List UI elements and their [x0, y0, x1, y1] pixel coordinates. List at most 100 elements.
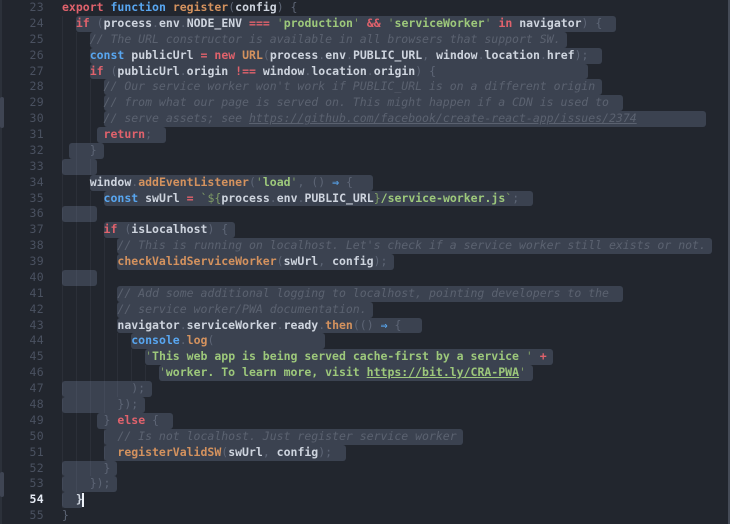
- line-number: 50: [29, 428, 44, 443]
- code-text: // service worker/PWA documentation.: [117, 301, 367, 316]
- line-number: 39: [29, 254, 44, 269]
- line-number: 34: [29, 174, 44, 189]
- line-content: window.addEventListener('load', () ⇒ {: [62, 174, 730, 191]
- line-number: 49: [29, 412, 44, 427]
- code-line[interactable]: 40: [0, 269, 730, 286]
- code-line[interactable]: 44 console.log(: [0, 333, 730, 350]
- code-text: navigator.serviceWorker.ready.then(() ⇒ …: [117, 317, 402, 332]
- code-text: return;: [103, 127, 153, 142]
- left-scrollbar-thumb[interactable]: [0, 472, 4, 497]
- line-content: checkValidServiceWorker(swUrl, config);: [62, 254, 730, 270]
- code-line[interactable]: 24 if (process.env.NODE_ENV === 'product…: [0, 15, 730, 32]
- code-line[interactable]: 43 navigator.serviceWorker.ready.then(()…: [0, 317, 730, 334]
- line-content: 'worker. To learn more, visit https://bi…: [62, 365, 730, 382]
- code-line[interactable]: 54 }: [0, 492, 730, 509]
- code-line[interactable]: 41 // Add some additional logging to loc…: [0, 285, 730, 302]
- code-line[interactable]: 48 });: [0, 397, 730, 413]
- code-line[interactable]: 50 // Is not localhost. Just register se…: [0, 428, 730, 445]
- code-text: // Is not localhost. Just register servi…: [117, 428, 457, 443]
- code-text: if (isLocalhost) {: [103, 222, 229, 237]
- line-content: console.log(: [62, 333, 730, 350]
- code-line[interactable]: 42 // service worker/PWA documentation.: [0, 301, 730, 318]
- code-text: window.addEventListener('load', () ⇒ {: [89, 174, 353, 189]
- code-text: console.log(: [131, 333, 215, 348]
- left-overview-ruler: [0, 0, 2, 524]
- line-content: }: [62, 460, 730, 477]
- code-editor[interactable]: 23 export function register(config) {24 i…: [0, 0, 730, 524]
- code-line[interactable]: 38 // This is running on localhost. Let'…: [0, 238, 730, 255]
- line-content: registerValidSW(swUrl, config);: [62, 444, 730, 461]
- code-line[interactable]: 36: [0, 206, 730, 223]
- code-text: 'This web app is being served cache-firs…: [145, 349, 547, 364]
- code-line[interactable]: 49 } else {: [0, 412, 730, 429]
- line-number: 24: [29, 15, 44, 30]
- code-text: // Add some additional logging to localh…: [117, 285, 609, 300]
- code-line[interactable]: 23 export function register(config) {: [0, 0, 730, 16]
- line-content: // The URL constructor is available in a…: [62, 31, 730, 48]
- code-line[interactable]: 35 const swUrl = `${process.env.PUBLIC_U…: [0, 190, 730, 207]
- line-number: 23: [29, 0, 44, 14]
- line-number: 46: [29, 365, 44, 380]
- code-line[interactable]: 26 const publicUrl = new URL(process.env…: [0, 47, 730, 64]
- code-line[interactable]: 29 // from what our page is served on. T…: [0, 95, 730, 112]
- line-number: 30: [29, 111, 44, 126]
- code-line[interactable]: 45 'This web app is being served cache-f…: [0, 349, 730, 366]
- code-text: // from what our page is served on. This…: [103, 95, 609, 110]
- code-line[interactable]: 37 if (isLocalhost) {: [0, 222, 730, 239]
- code-text: }: [103, 460, 111, 475]
- code-line[interactable]: 55}: [0, 508, 730, 524]
- code-line[interactable]: 52 }: [0, 460, 730, 477]
- code-text: }: [89, 142, 97, 157]
- line-content: // serve assets; see https://github.com/…: [62, 111, 730, 128]
- line-number: 29: [29, 95, 44, 110]
- line-number: 38: [29, 238, 44, 253]
- code-line[interactable]: 39 checkValidServiceWorker(swUrl, config…: [0, 254, 730, 270]
- code-line[interactable]: 51 registerValidSW(swUrl, config);: [0, 444, 730, 461]
- code-line[interactable]: 30 // serve assets; see https://github.c…: [0, 111, 730, 128]
- line-content: return;: [62, 127, 730, 143]
- code-text: if (publicUrl.origin !== window.location…: [89, 63, 437, 78]
- code-text: );: [131, 381, 146, 396]
- code-line[interactable]: 53 });: [0, 476, 730, 493]
- line-number: 25: [29, 31, 44, 46]
- code-text: // serve assets; see https://github.com/…: [103, 111, 637, 126]
- line-number: 36: [29, 206, 44, 221]
- line-number: 48: [29, 397, 44, 411]
- line-number: 31: [29, 127, 44, 142]
- code-line[interactable]: 31 return;: [0, 127, 730, 143]
- line-content: // Is not localhost. Just register servi…: [62, 428, 730, 445]
- line-number: 53: [29, 476, 44, 491]
- code-line[interactable]: 33: [0, 158, 730, 175]
- line-content: // from what our page is served on. This…: [62, 95, 730, 112]
- code-line[interactable]: 27 if (publicUrl.origin !== window.locat…: [0, 63, 730, 80]
- code-line[interactable]: 47 );: [0, 381, 730, 397]
- code-text: if (process.env.NODE_ENV === 'production…: [75, 15, 603, 30]
- line-content: 'This web app is being served cache-firs…: [62, 349, 730, 366]
- code-text: // This is running on localhost. Let's c…: [117, 238, 706, 253]
- code-line[interactable]: 34 window.addEventListener('load', () ⇒ …: [0, 174, 730, 191]
- code-text: });: [89, 476, 111, 491]
- left-scrollbar-thumb[interactable]: [0, 97, 4, 128]
- text-cursor: [81, 493, 84, 508]
- line-number-active: 54: [29, 492, 44, 507]
- line-number: 41: [29, 285, 44, 300]
- code-text: }: [62, 508, 69, 523]
- line-number: 45: [29, 349, 44, 364]
- line-number: 44: [29, 333, 44, 348]
- code-line[interactable]: 25 // The URL constructor is available i…: [0, 31, 730, 48]
- line-content: if (process.env.NODE_ENV === 'production…: [62, 15, 730, 32]
- line-number: 28: [29, 79, 44, 94]
- line-content: [62, 158, 730, 175]
- line-number: 47: [29, 381, 44, 396]
- line-content: if (isLocalhost) {: [62, 222, 730, 239]
- code-line[interactable]: 32 }: [0, 142, 730, 159]
- line-content: const swUrl = `${process.env.PUBLIC_URL}…: [62, 190, 730, 207]
- line-content: export function register(config) {: [62, 0, 730, 16]
- code-text: export function register(config) {: [62, 0, 298, 14]
- line-content: });: [62, 476, 730, 493]
- code-line[interactable]: 46 'worker. To learn more, visit https:/…: [0, 365, 730, 382]
- code-line[interactable]: 28 // Our service worker won't work if P…: [0, 79, 730, 96]
- line-number: 42: [29, 301, 44, 316]
- line-content: );: [62, 381, 730, 397]
